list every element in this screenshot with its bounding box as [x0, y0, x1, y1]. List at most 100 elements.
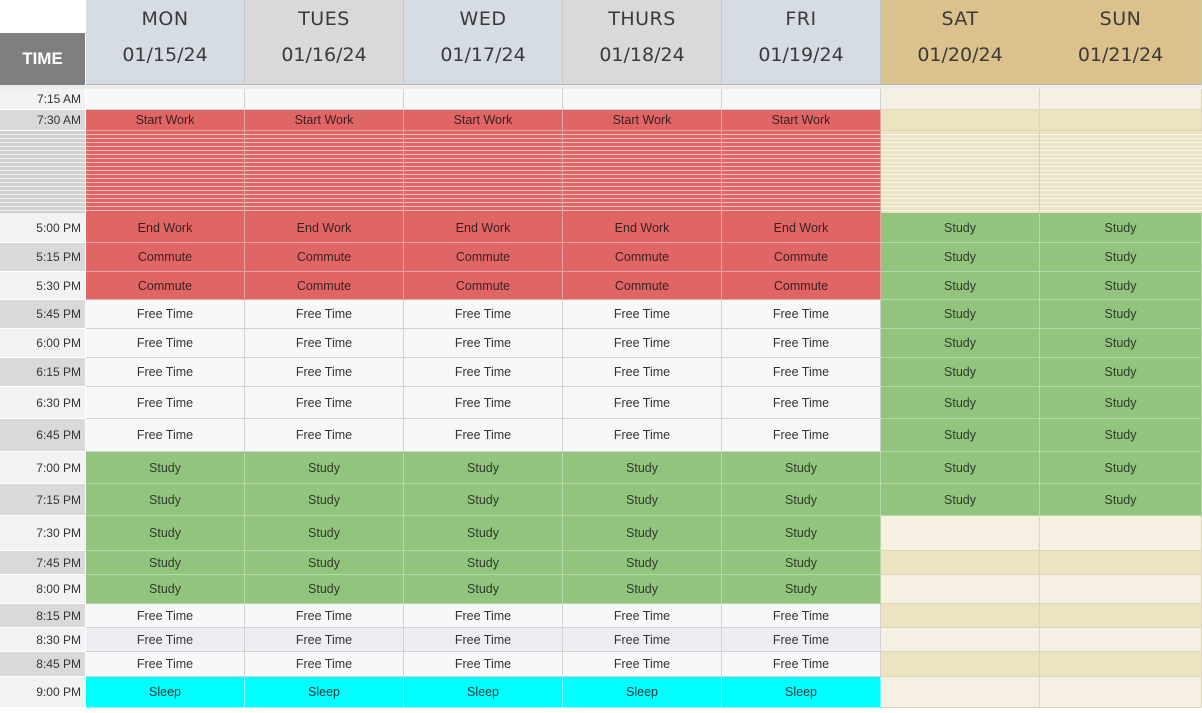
schedule-cell[interactable] [1040, 677, 1202, 708]
schedule-cell[interactable]: Free Time [722, 604, 881, 628]
schedule-cell[interactable]: End Work [404, 213, 563, 243]
schedule-cell[interactable]: Start Work [245, 110, 404, 131]
schedule-cell[interactable]: Study [1040, 387, 1202, 419]
schedule-cell[interactable]: Study [881, 484, 1040, 516]
schedule-cell[interactable]: Study [1040, 358, 1202, 387]
schedule-cell[interactable]: Free Time [86, 604, 245, 628]
schedule-cell[interactable] [1040, 89, 1202, 110]
schedule-cell[interactable]: Free Time [86, 419, 245, 452]
schedule-cell[interactable] [881, 551, 1040, 575]
schedule-cell[interactable]: Sleep [245, 677, 404, 708]
schedule-cell[interactable]: Free Time [563, 419, 722, 452]
schedule-cell[interactable]: Free Time [245, 419, 404, 452]
schedule-cell[interactable]: Study [881, 452, 1040, 484]
schedule-cell[interactable]: Study [881, 243, 1040, 272]
schedule-cell[interactable]: Study [722, 551, 881, 575]
schedule-cell[interactable]: Free Time [404, 628, 563, 652]
schedule-cell[interactable] [1040, 575, 1202, 604]
schedule-cell[interactable] [881, 575, 1040, 604]
schedule-cell[interactable]: Free Time [245, 358, 404, 387]
schedule-cell[interactable]: Commute [404, 272, 563, 300]
schedule-cell[interactable]: Study [881, 419, 1040, 452]
schedule-cell[interactable]: Free Time [245, 387, 404, 419]
header-fri[interactable]: FRI 01/19/24 [722, 0, 881, 85]
header-sat[interactable]: SAT 01/20/24 [881, 0, 1040, 85]
schedule-cell[interactable]: Free Time [563, 387, 722, 419]
schedule-cell[interactable]: Free Time [722, 419, 881, 452]
schedule-cell[interactable] [1040, 551, 1202, 575]
schedule-cell[interactable]: Free Time [86, 387, 245, 419]
schedule-cell[interactable]: Free Time [86, 300, 245, 329]
schedule-cell[interactable]: Study [86, 516, 245, 551]
schedule-cell[interactable]: Free Time [86, 628, 245, 652]
schedule-cell[interactable] [881, 628, 1040, 652]
schedule-cell[interactable]: Study [1040, 243, 1202, 272]
schedule-cell[interactable]: Study [881, 387, 1040, 419]
header-mon[interactable]: MON 01/15/24 [86, 0, 245, 85]
schedule-cell[interactable] [86, 89, 245, 110]
schedule-cell[interactable]: Study [722, 575, 881, 604]
schedule-cell[interactable]: Free Time [404, 652, 563, 677]
schedule-cell[interactable]: Free Time [563, 604, 722, 628]
schedule-cell[interactable]: Commute [563, 243, 722, 272]
schedule-cell[interactable]: Study [1040, 419, 1202, 452]
schedule-cell[interactable] [1040, 604, 1202, 628]
schedule-cell[interactable]: Study [881, 329, 1040, 358]
schedule-cell[interactable]: Commute [245, 272, 404, 300]
schedule-cell[interactable]: Study [563, 484, 722, 516]
schedule-cell[interactable]: Free Time [245, 652, 404, 677]
schedule-cell[interactable]: Free Time [722, 387, 881, 419]
schedule-cell[interactable]: Study [722, 484, 881, 516]
schedule-cell[interactable]: Study [1040, 452, 1202, 484]
schedule-cell[interactable] [881, 110, 1040, 131]
schedule-cell[interactable]: Free Time [404, 300, 563, 329]
schedule-cell[interactable]: Commute [86, 272, 245, 300]
schedule-cell[interactable]: Free Time [245, 300, 404, 329]
schedule-cell[interactable]: Free Time [86, 329, 245, 358]
header-thurs[interactable]: THURS 01/18/24 [563, 0, 722, 85]
schedule-cell[interactable] [881, 677, 1040, 708]
header-wed[interactable]: WED 01/17/24 [404, 0, 563, 85]
schedule-cell[interactable]: Study [245, 551, 404, 575]
schedule-cell[interactable]: Free Time [404, 419, 563, 452]
header-sun[interactable]: SUN 01/21/24 [1040, 0, 1202, 85]
schedule-cell[interactable] [722, 89, 881, 110]
schedule-cell[interactable]: Study [563, 551, 722, 575]
schedule-cell[interactable]: Study [245, 484, 404, 516]
schedule-cell[interactable]: Free Time [563, 300, 722, 329]
schedule-cell[interactable]: Study [404, 575, 563, 604]
schedule-cell[interactable]: Sleep [86, 677, 245, 708]
schedule-cell[interactable]: Study [563, 575, 722, 604]
schedule-cell[interactable] [245, 89, 404, 110]
schedule-cell[interactable]: Free Time [404, 358, 563, 387]
schedule-cell[interactable]: Study [1040, 300, 1202, 329]
schedule-cell[interactable]: Study [722, 452, 881, 484]
schedule-cell[interactable]: End Work [245, 213, 404, 243]
schedule-cell[interactable] [881, 89, 1040, 110]
schedule-cell[interactable]: Study [245, 452, 404, 484]
schedule-cell[interactable]: Study [86, 484, 245, 516]
schedule-cell[interactable]: Study [1040, 213, 1202, 243]
schedule-cell[interactable]: Study [881, 300, 1040, 329]
schedule-cell[interactable]: Free Time [722, 329, 881, 358]
schedule-cell[interactable]: Free Time [245, 604, 404, 628]
schedule-cell[interactable]: Commute [722, 272, 881, 300]
schedule-cell[interactable]: Free Time [86, 358, 245, 387]
schedule-cell[interactable]: Commute [86, 243, 245, 272]
schedule-cell[interactable]: Free Time [563, 329, 722, 358]
schedule-cell[interactable]: Commute [404, 243, 563, 272]
schedule-cell[interactable]: Sleep [563, 677, 722, 708]
schedule-cell[interactable]: Study [245, 575, 404, 604]
schedule-cell[interactable] [1040, 516, 1202, 551]
schedule-cell[interactable]: Study [86, 551, 245, 575]
schedule-cell[interactable]: Free Time [404, 329, 563, 358]
schedule-cell[interactable]: Free Time [245, 628, 404, 652]
schedule-cell[interactable]: Study [404, 484, 563, 516]
schedule-cell[interactable]: Start Work [722, 110, 881, 131]
schedule-cell[interactable]: Study [86, 452, 245, 484]
schedule-cell[interactable]: Start Work [404, 110, 563, 131]
schedule-cell[interactable]: Commute [245, 243, 404, 272]
schedule-cell[interactable]: Free Time [722, 628, 881, 652]
schedule-cell[interactable]: Free Time [404, 387, 563, 419]
schedule-cell[interactable]: End Work [86, 213, 245, 243]
